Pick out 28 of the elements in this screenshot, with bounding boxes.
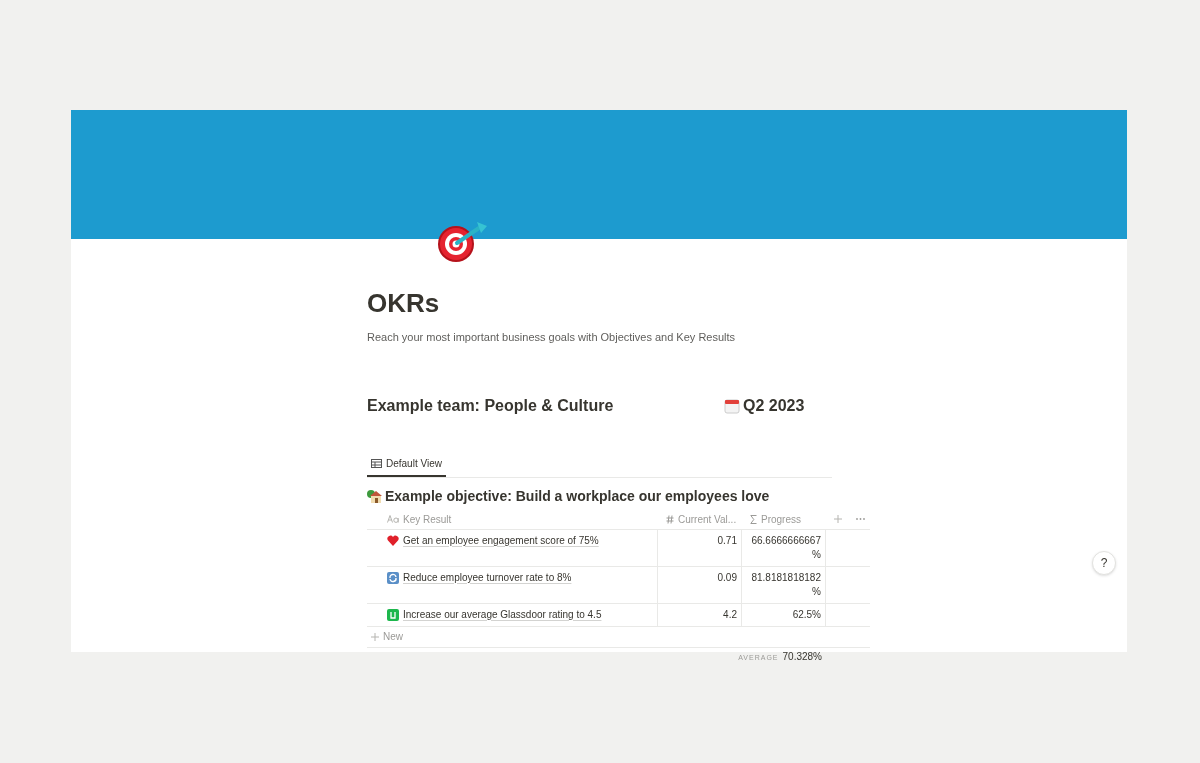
key-result-link[interactable]: Increase our average Glassdoor rating to 4.5 [403,607,602,622]
refresh-icon [387,571,399,584]
heart-icon [387,534,399,546]
table-cell: 66.6666666667 % [742,529,826,566]
number-type-icon [666,514,674,524]
quarter-heading: Q2 2023 [743,395,805,416]
help-button[interactable]: ? [1092,551,1116,575]
calendar-icon [724,397,740,414]
table-cell: 0.09 [658,566,742,603]
table-cell: 4.2 [658,603,742,626]
view-tab[interactable]: Default View [367,455,446,477]
key-result-link[interactable]: Reduce employee turnover rate to 8% [403,570,572,585]
add-column-icon[interactable] [834,515,842,523]
summary-value: 70.328% [782,650,822,663]
table-icon [371,458,382,468]
sigma-icon [750,514,757,524]
team-heading: Example team: People & Culture [367,395,615,416]
page-title: OKRs [367,287,441,319]
page-description: Reach your most important business goals with Objectives and Key Results [367,330,737,345]
table-cell: 81.8181818182 % [742,566,826,603]
key-result-link[interactable]: Get an employee engagement score of 75% [403,533,599,548]
table-cell: 62.5% [742,603,826,626]
objective-heading: Example objective: Build a workplace our employees love [385,486,770,506]
plus-icon [371,632,379,641]
house-icon [367,489,382,503]
target-icon [437,220,489,264]
table-cell: 0.71 [658,529,742,566]
text-type-icon [387,515,399,523]
